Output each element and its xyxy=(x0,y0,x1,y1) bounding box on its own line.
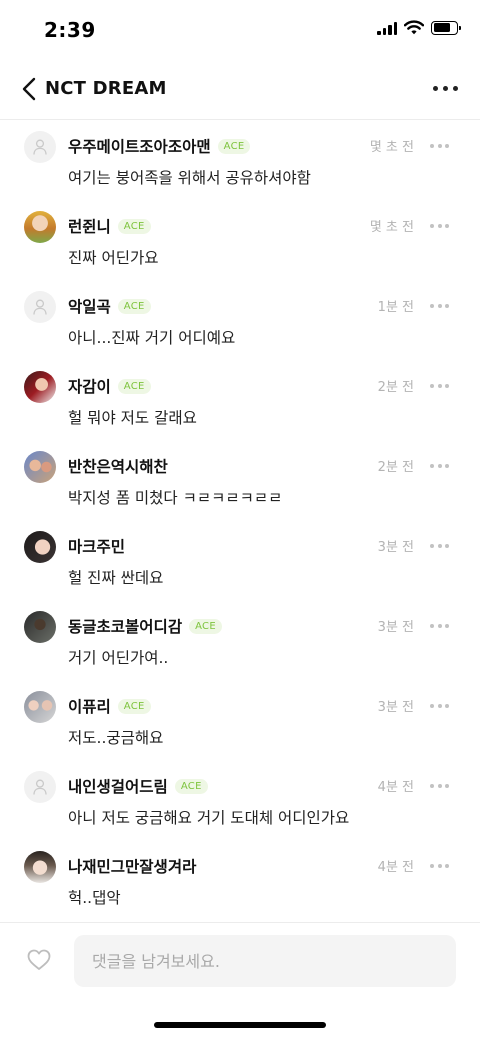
comment-time: 몇 초 전 xyxy=(369,140,414,155)
username[interactable]: 이퓨리 xyxy=(68,695,111,717)
comment-header: 이퓨리 ACE xyxy=(68,695,151,717)
comment-time: 4분 전 xyxy=(377,860,414,875)
avatar[interactable] xyxy=(24,291,56,323)
username[interactable]: 내인생걸어드림 xyxy=(68,775,168,797)
status-time: 2:39 xyxy=(44,18,96,42)
comment-item: 반찬은역시해찬 2분 전 박지성 폼 미쳤다 ㅋㄹㅋㄹㅋㄹㄹ xyxy=(0,441,480,521)
comment-header: 반찬은역시해찬 xyxy=(68,455,168,477)
username[interactable]: 반찬은역시해찬 xyxy=(68,455,168,477)
comment-time: 4분 전 xyxy=(377,780,414,795)
comment-time: 3분 전 xyxy=(377,540,414,555)
comment-header: 동글초코볼어디감 ACE xyxy=(68,615,222,637)
divider xyxy=(0,922,480,923)
comment-more-icon[interactable] xyxy=(430,624,449,628)
username[interactable]: 우주메이트조아조아맨 xyxy=(68,135,211,157)
comment-time: 3분 전 xyxy=(377,620,414,635)
status-bar: 2:39 xyxy=(0,0,480,60)
comment-item: 자감이 ACE 2분 전 헐 뭐야 저도 갈래요 xyxy=(0,361,480,441)
comment-header: 내인생걸어드림 ACE xyxy=(68,775,208,797)
status-icons xyxy=(377,20,461,35)
comment-more-icon[interactable] xyxy=(430,864,449,868)
avatar[interactable] xyxy=(24,611,56,643)
comment-more-icon[interactable] xyxy=(430,544,449,548)
home-indicator xyxy=(154,1022,326,1028)
comment-more-icon[interactable] xyxy=(430,464,449,468)
comment-text: 박지성 폼 미쳤다 ㅋㄹㅋㄹㅋㄹㄹ xyxy=(68,489,283,507)
comment-header: 나재민그만잘생겨라 xyxy=(68,855,196,877)
comment-more-icon[interactable] xyxy=(430,384,449,388)
comment-item: 나재민그만잘생겨라 4분 전 헉..댑악 xyxy=(0,841,480,921)
battery-icon xyxy=(431,20,461,35)
comment-time: 2분 전 xyxy=(377,380,414,395)
cellular-signal-icon xyxy=(377,21,397,35)
username[interactable]: 악일곡 xyxy=(68,295,111,317)
comment-text: 헐 뭐야 저도 갈래요 xyxy=(68,409,197,427)
comment-header: 우주메이트조아조아맨 ACE xyxy=(68,135,251,157)
comment-item: 런쥔니 ACE 몇 초 전 진짜 어딘가요 xyxy=(0,201,480,281)
comment-text: 아니...진짜 거기 어디예요 xyxy=(68,329,236,347)
comment-text: 아니 저도 궁금해요 거기 도대체 어디인가요 xyxy=(68,809,350,827)
page-title: NCT DREAM xyxy=(45,78,167,99)
ace-badge: ACE xyxy=(189,618,222,634)
ace-badge: ACE xyxy=(217,138,251,154)
comment-more-icon[interactable] xyxy=(430,224,449,228)
comment-more-icon[interactable] xyxy=(430,304,449,308)
comment-item: 우주메이트조아조아맨 ACE 몇 초 전 여기는 붕어족을 위해서 공유하셔야함 xyxy=(0,121,480,201)
comment-list: 우주메이트조아조아맨 ACE 몇 초 전 여기는 붕어족을 위해서 공유하셔야함… xyxy=(0,121,480,921)
comment-text: 진짜 어딘가요 xyxy=(68,249,159,267)
avatar[interactable] xyxy=(24,451,56,483)
username[interactable]: 자감이 xyxy=(68,375,111,397)
comment-more-icon[interactable] xyxy=(430,784,449,788)
comment-item: 이퓨리 ACE 3분 전 저도..궁금해요 xyxy=(0,681,480,761)
ace-badge: ACE xyxy=(117,378,151,394)
user-icon xyxy=(33,299,47,315)
comment-item: 마크주민 3분 전 헐 진짜 싼데요 xyxy=(0,521,480,601)
comment-text: 헉..댑악 xyxy=(68,889,121,907)
ace-badge: ACE xyxy=(174,778,208,794)
avatar[interactable] xyxy=(24,691,56,723)
heart-icon[interactable] xyxy=(27,949,51,971)
username[interactable]: 런쥔니 xyxy=(68,215,111,237)
comment-item: 동글초코볼어디감 ACE 3분 전 거기 어딘가여.. xyxy=(0,601,480,681)
comment-input[interactable] xyxy=(74,935,456,987)
comment-header: 자감이 ACE xyxy=(68,375,151,397)
username[interactable]: 나재민그만잘생겨라 xyxy=(68,855,196,877)
back-icon[interactable] xyxy=(20,76,40,102)
comment-time: 몇 초 전 xyxy=(369,220,414,235)
comment-text: 여기는 붕어족을 위해서 공유하셔야함 xyxy=(68,169,311,187)
comment-header: 마크주민 xyxy=(68,535,125,557)
comment-item: 내인생걸어드림 ACE 4분 전 아니 저도 궁금해요 거기 도대체 어디인가요 xyxy=(0,761,480,841)
avatar[interactable] xyxy=(24,851,56,883)
username[interactable]: 마크주민 xyxy=(68,535,125,557)
comment-header: 악일곡 ACE xyxy=(68,295,151,317)
ace-badge: ACE xyxy=(117,698,151,714)
avatar[interactable] xyxy=(24,771,56,803)
comment-text: 거기 어딘가여.. xyxy=(68,649,169,667)
avatar[interactable] xyxy=(24,131,56,163)
username[interactable]: 동글초코볼어디감 xyxy=(68,615,182,637)
comment-more-icon[interactable] xyxy=(430,704,449,708)
comment-text: 저도..궁금해요 xyxy=(68,729,164,747)
comment-time: 1분 전 xyxy=(377,300,414,315)
wifi-icon xyxy=(404,20,424,35)
header: NCT DREAM xyxy=(0,60,480,120)
user-icon xyxy=(33,779,47,795)
comment-text: 헐 진짜 싼데요 xyxy=(68,569,164,587)
comment-item: 악일곡 ACE 1분 전 아니...진짜 거기 어디예요 xyxy=(0,281,480,361)
avatar[interactable] xyxy=(24,371,56,403)
comment-time: 2분 전 xyxy=(377,460,414,475)
comment-time: 3분 전 xyxy=(377,700,414,715)
user-icon xyxy=(33,139,47,155)
comment-header: 런쥔니 ACE xyxy=(68,215,151,237)
avatar[interactable] xyxy=(24,211,56,243)
avatar[interactable] xyxy=(24,531,56,563)
ace-badge: ACE xyxy=(117,298,151,314)
comment-more-icon[interactable] xyxy=(430,144,449,148)
more-options-icon[interactable] xyxy=(433,86,458,91)
ace-badge: ACE xyxy=(117,218,151,234)
